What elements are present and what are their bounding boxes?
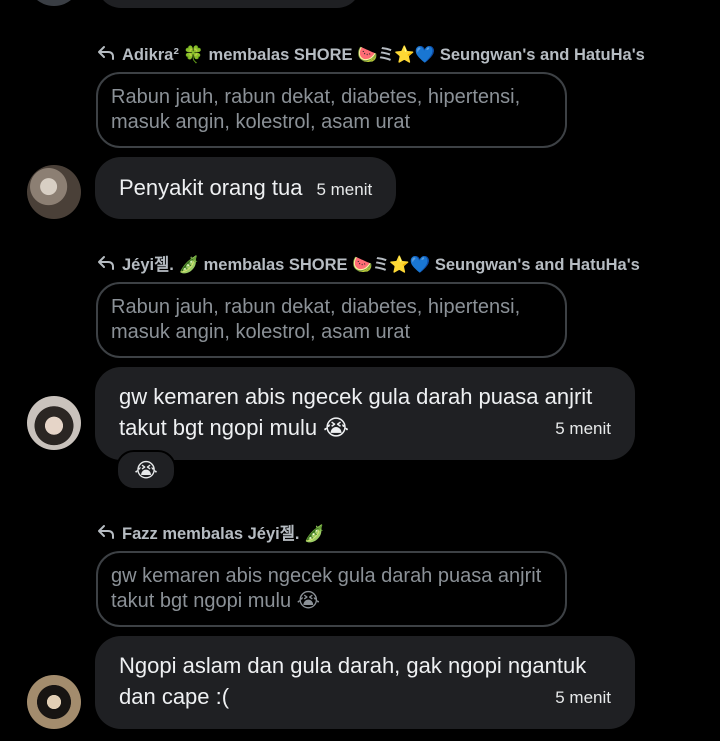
message-text: Penyakit orang tua bbox=[119, 175, 303, 200]
message-bubble[interactable]: gw kemaren abis ngecek gula darah puasa … bbox=[95, 367, 635, 460]
message-timestamp: 5 menit bbox=[316, 180, 373, 199]
reply-header-text: Fazz membalas Jéyi젤. 🫛 bbox=[122, 525, 325, 543]
message-bubble[interactable]: Ngopi aslam dan gula darah, gak ngopi ng… bbox=[95, 636, 635, 729]
avatar-partial[interactable] bbox=[27, 0, 81, 6]
avatar[interactable] bbox=[27, 396, 81, 450]
reaction-chip[interactable]: 😭 bbox=[116, 450, 176, 490]
reply-arrow-icon bbox=[98, 525, 114, 539]
message-bubble[interactable]: Penyakit orang tua 5 menit bbox=[95, 157, 397, 219]
reply-arrow-icon bbox=[98, 46, 114, 60]
quoted-message[interactable]: gw kemaren abis ngecek gula darah puasa … bbox=[96, 551, 567, 627]
avatar[interactable] bbox=[27, 165, 81, 219]
reply-header[interactable]: Jéyi젤. 🫛 membalas SHORE 🍉ミ⭐💙 Seungwan's … bbox=[96, 252, 640, 274]
quoted-message-text: Rabun jauh, rabun dekat, diabetes, hiper… bbox=[111, 86, 521, 133]
reply-header[interactable]: Fazz membalas Jéyi젤. 🫛 bbox=[96, 521, 325, 543]
message-bubble-partial[interactable] bbox=[97, 0, 361, 8]
reply-header-text: Adikra² 🍀 membalas SHORE 🍉ミ⭐💙 Seungwan's… bbox=[122, 46, 645, 64]
quoted-message-text: Rabun jauh, rabun dekat, diabetes, hiper… bbox=[111, 296, 521, 343]
message-timestamp: 5 menit bbox=[555, 419, 611, 438]
message-text: Ngopi aslam dan gula darah, gak ngopi ng… bbox=[119, 653, 587, 709]
message-timestamp: 5 menit bbox=[555, 688, 611, 707]
reply-header-text: Jéyi젤. 🫛 membalas SHORE 🍉ミ⭐💙 Seungwan's … bbox=[122, 256, 640, 274]
reply-header[interactable]: Adikra² 🍀 membalas SHORE 🍉ミ⭐💙 Seungwan's… bbox=[96, 42, 645, 64]
quoted-message-text: gw kemaren abis ngecek gula darah puasa … bbox=[111, 565, 542, 612]
message-text: gw kemaren abis ngecek gula darah puasa … bbox=[119, 384, 593, 440]
quoted-message[interactable]: Rabun jauh, rabun dekat, diabetes, hiper… bbox=[96, 282, 567, 358]
crying-face-icon: 😭 bbox=[134, 458, 158, 482]
avatar[interactable] bbox=[27, 675, 81, 729]
quoted-message[interactable]: Rabun jauh, rabun dekat, diabetes, hiper… bbox=[96, 72, 567, 148]
reply-arrow-icon bbox=[98, 256, 114, 270]
